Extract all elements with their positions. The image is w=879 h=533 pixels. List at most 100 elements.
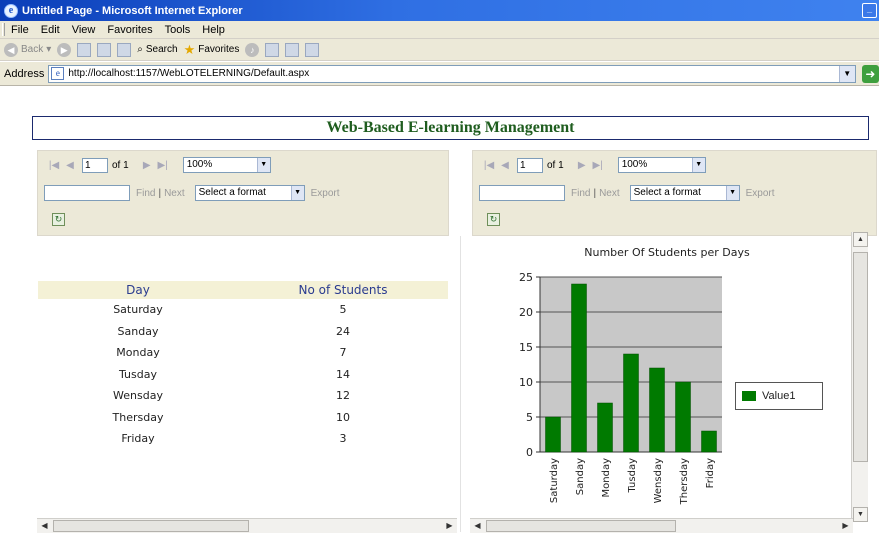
last-page-button[interactable]: ▶| [590, 160, 606, 171]
print-button[interactable] [285, 42, 300, 57]
page-icon: e [51, 67, 65, 80]
bar [571, 283, 587, 453]
find-input[interactable] [44, 185, 130, 201]
favorites-button[interactable]: ★ Favorites [184, 42, 240, 58]
y-tick-label: 15 [519, 341, 533, 354]
menu-view[interactable]: View [72, 24, 96, 36]
menu-file[interactable]: File [11, 24, 29, 36]
menu-bar: File Edit View Favorites Tools Help [0, 21, 879, 39]
export-format-select[interactable]: Select a format ▼ [629, 185, 740, 201]
address-dropdown-button[interactable]: ▼ [838, 65, 855, 82]
table-row: Monday 7 [38, 342, 448, 364]
go-button[interactable]: ➜ [861, 64, 879, 83]
stop-button[interactable] [77, 42, 92, 57]
back-label: Back [21, 44, 44, 55]
page-number-input[interactable]: 1 [82, 157, 108, 173]
previous-page-button[interactable]: ◀ [62, 160, 78, 171]
students-cell: 14 [336, 367, 350, 381]
page-count: of 1 [112, 159, 129, 171]
export-link[interactable]: Export [311, 188, 340, 199]
scroll-left-icon[interactable]: ◀ [37, 519, 52, 533]
export-link[interactable]: Export [746, 188, 775, 199]
bar [545, 416, 561, 453]
refresh-button[interactable] [97, 42, 112, 57]
report-toolbar-left: |◀ ◀ 1 of 1 ▶ ▶| 100% ▼ Find | Next Sele… [37, 150, 449, 236]
last-page-button[interactable]: ▶| [155, 160, 171, 171]
day-cell: Tusday [119, 367, 157, 381]
search-button[interactable]: ⌕ Search [137, 44, 177, 55]
first-page-button[interactable]: |◀ [46, 160, 62, 171]
pane-divider [460, 236, 461, 532]
find-link[interactable]: Find [136, 188, 155, 199]
favorites-label: Favorites [198, 44, 240, 55]
x-tick-label: Tusday [627, 458, 638, 494]
find-export-row: Find | Next Select a format ▼ Export [44, 184, 340, 202]
refresh-row: ↻ [487, 211, 500, 227]
chevron-down-icon: ▼ [256, 158, 270, 172]
find-separator: | [158, 187, 162, 199]
address-input[interactable]: e http://localhost:1157/WebLOTELERNING/D… [48, 64, 856, 83]
menu-tools[interactable]: Tools [165, 24, 191, 36]
students-table: Day No of Students Saturday 5 Sanday 24 … [38, 281, 448, 450]
format-value: Select a format [198, 187, 266, 198]
x-tick-label: Wensday [653, 458, 664, 503]
scroll-thumb[interactable] [486, 520, 676, 532]
previous-page-button[interactable]: ◀ [497, 160, 513, 171]
students-cell: 12 [336, 389, 350, 403]
page-title: Web-Based E-learning Management [32, 116, 869, 140]
legend-swatch [742, 391, 756, 401]
standard-toolbar: ◀ Back ▾ ▶ ⌕ Search ★ Favorites ♪ [0, 39, 879, 61]
export-format-select[interactable]: Select a format ▼ [194, 185, 305, 201]
chevron-down-icon: ▼ [290, 186, 304, 200]
next-page-button[interactable]: ▶ [139, 160, 155, 171]
menu-favorites[interactable]: Favorites [107, 24, 152, 36]
x-tick-label: Monday [601, 458, 612, 498]
back-button[interactable]: ◀ Back ▾ [4, 42, 52, 57]
table-row: Saturday 5 [38, 299, 448, 321]
edit-button[interactable] [305, 42, 320, 57]
scroll-right-icon[interactable]: ▶ [442, 519, 457, 533]
menu-edit[interactable]: Edit [41, 24, 60, 36]
address-label: Address [4, 67, 45, 80]
y-tick-label: 20 [519, 306, 533, 319]
media-button[interactable]: ♪ [245, 42, 260, 57]
y-tick-label: 25 [519, 271, 533, 284]
scroll-down-icon[interactable]: ▼ [853, 507, 868, 522]
scroll-thumb[interactable] [53, 520, 249, 532]
chevron-down-icon: ▼ [725, 186, 739, 200]
chevron-down-icon: ▾ [46, 44, 52, 55]
refresh-row: ↻ [52, 211, 65, 227]
mail-button[interactable] [265, 42, 280, 57]
x-tick-label: Saturday [549, 458, 560, 503]
next-page-button[interactable]: ▶ [574, 160, 590, 171]
first-page-button[interactable]: |◀ [481, 160, 497, 171]
students-cell: 7 [339, 346, 347, 360]
page-number-input[interactable]: 1 [517, 157, 543, 173]
table-row: Friday 3 [38, 428, 448, 450]
zoom-select[interactable]: 100% ▼ [182, 157, 271, 173]
legend-label: Value1 [762, 390, 796, 402]
find-export-row: Find | Next Select a format ▼ Export [479, 184, 775, 202]
forward-button[interactable]: ▶ [57, 42, 72, 57]
zoom-value: 100% [186, 159, 213, 170]
home-button[interactable] [117, 42, 132, 57]
vertical-scrollbar[interactable]: ▲ ▼ [851, 232, 868, 522]
scroll-left-icon[interactable]: ◀ [470, 519, 485, 533]
bar-chart: 0 5 10 15 20 25 Saturday Sanday Monday Tusday Wens… [519, 271, 722, 505]
next-link[interactable]: Next [599, 188, 620, 199]
refresh-icon[interactable]: ↻ [52, 212, 65, 226]
find-input[interactable] [479, 185, 565, 201]
next-link[interactable]: Next [164, 188, 185, 199]
zoom-select[interactable]: 100% ▼ [617, 157, 706, 173]
scroll-up-icon[interactable]: ▲ [853, 232, 868, 247]
horizontal-scrollbar-left[interactable]: ◀ ▶ [37, 518, 457, 533]
minimize-button[interactable]: _ [862, 3, 877, 18]
bar [649, 367, 665, 453]
menu-help[interactable]: Help [202, 24, 225, 36]
horizontal-scrollbar-right[interactable]: ◀ ▶ [470, 518, 853, 533]
refresh-icon[interactable]: ↻ [487, 212, 500, 226]
find-link[interactable]: Find [571, 188, 590, 199]
address-bar: Address e http://localhost:1157/WebLOTEL… [0, 62, 879, 86]
scroll-thumb[interactable] [853, 252, 868, 462]
scroll-right-icon[interactable]: ▶ [838, 519, 853, 533]
